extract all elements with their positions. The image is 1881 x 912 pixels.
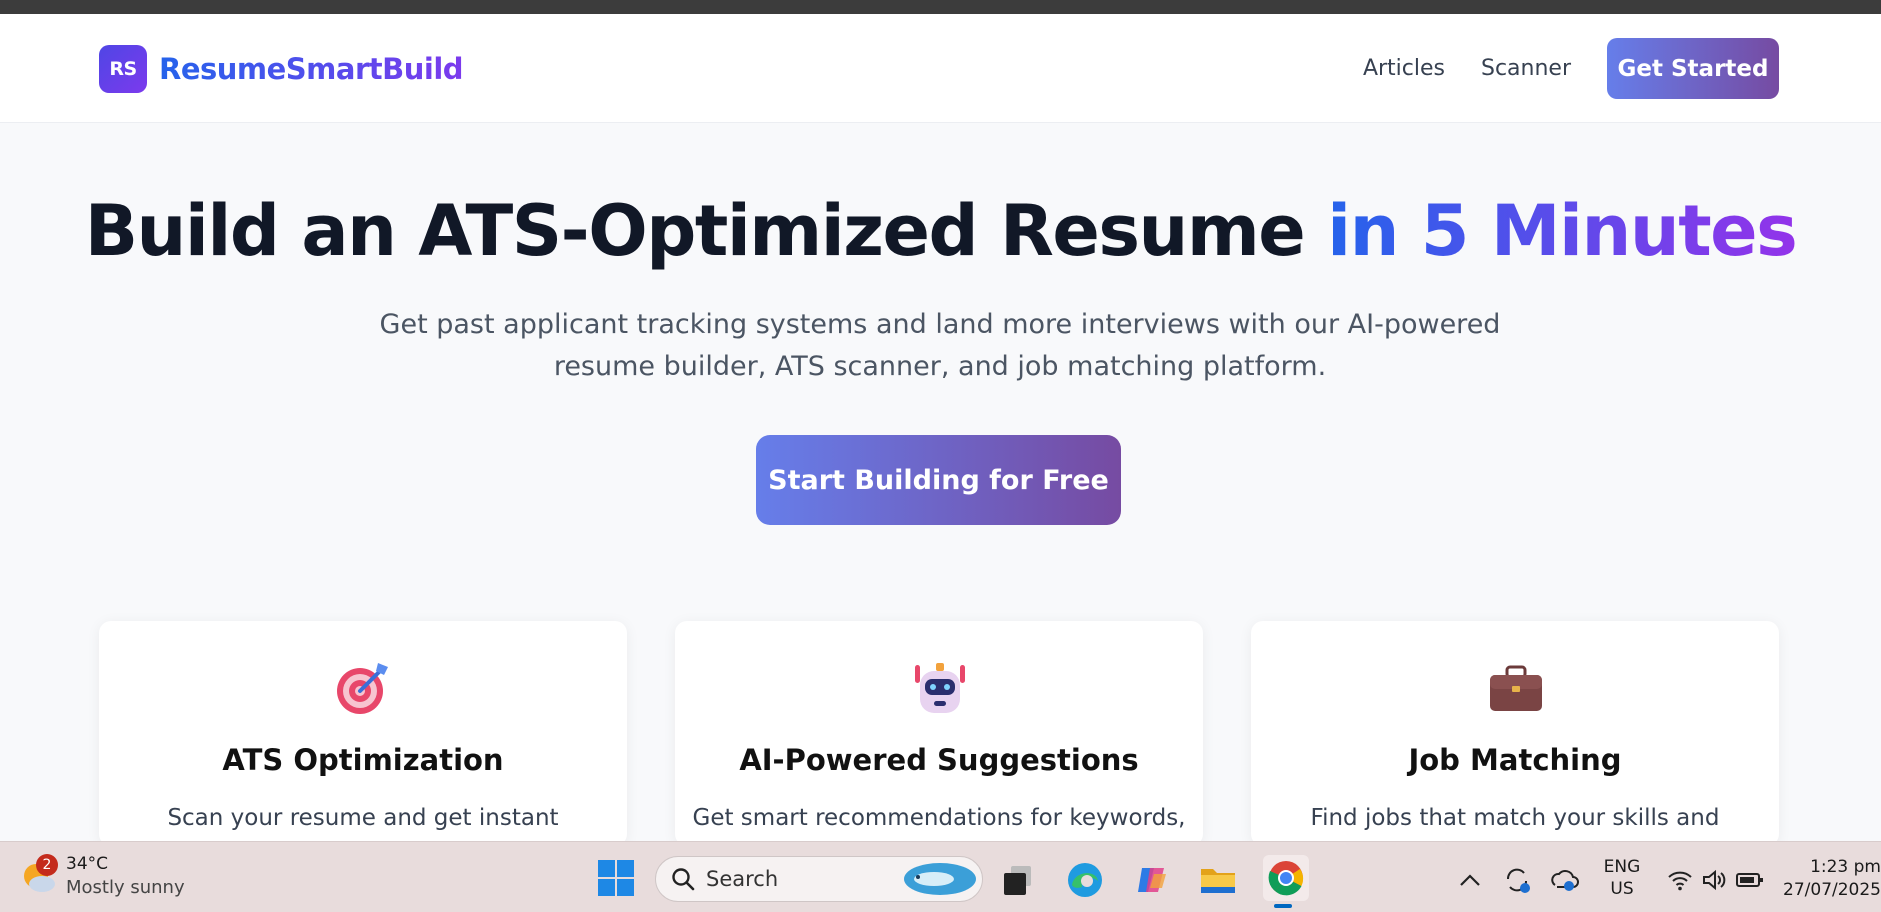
battery-icon[interactable] bbox=[1730, 860, 1770, 900]
target-icon bbox=[336, 659, 392, 717]
hero-subtitle-line2: resume builder, ATS scanner, and job mat… bbox=[553, 351, 1327, 382]
feature-text: Scan your resume and get instant bbox=[167, 805, 559, 831]
briefcase-icon bbox=[1488, 659, 1544, 717]
site-header: RS ResumeSmartBuild Articles Scanner Get… bbox=[0, 14, 1881, 123]
hero-subtitle-line1: Get past applicant tracking systems and … bbox=[379, 309, 1501, 340]
notification-badge: 2 bbox=[36, 854, 58, 876]
file-explorer-icon[interactable] bbox=[1198, 860, 1238, 900]
robot-icon bbox=[912, 659, 968, 717]
search-placeholder: Search bbox=[706, 867, 779, 891]
hero-title: Build an ATS-Optimized Resume in 5 Minut… bbox=[0, 190, 1881, 272]
clock-date: 27/07/2025 bbox=[1783, 880, 1881, 900]
task-view-icon[interactable] bbox=[998, 860, 1038, 900]
feature-text: Get smart recommendations for keywords, bbox=[692, 805, 1186, 831]
sun-cloud-icon: 2 bbox=[18, 854, 58, 896]
feature-card-jobs: Job Matching Find jobs that match your s… bbox=[1251, 621, 1779, 846]
brand-name: ResumeSmartBuild bbox=[159, 52, 464, 86]
wifi-icon[interactable] bbox=[1660, 860, 1700, 900]
feature-title: ATS Optimization bbox=[222, 743, 504, 777]
active-app-indicator bbox=[1274, 904, 1292, 908]
language-region: US bbox=[1610, 879, 1634, 899]
search-icon bbox=[672, 868, 695, 891]
edge-browser-icon[interactable] bbox=[1065, 860, 1105, 900]
feature-text: Find jobs that match your skills and bbox=[1310, 805, 1720, 831]
feature-card-ai: AI-Powered Suggestions Get smart recomme… bbox=[675, 621, 1203, 846]
language-indicator[interactable]: ENG US bbox=[1600, 856, 1644, 900]
hero-title-accent: in 5 Minutes bbox=[1327, 190, 1798, 272]
chevron-up-icon[interactable] bbox=[1450, 860, 1490, 900]
fish-search-highlight-icon bbox=[904, 863, 976, 895]
language-code: ENG bbox=[1603, 857, 1641, 877]
hero-subtitle: Get past applicant tracking systems and … bbox=[340, 304, 1540, 388]
weather-widget[interactable]: 2 34°C Mostly sunny bbox=[18, 852, 185, 900]
volume-icon[interactable] bbox=[1695, 860, 1735, 900]
taskbar-search[interactable]: Search bbox=[655, 856, 983, 902]
feature-title: AI-Powered Suggestions bbox=[739, 743, 1139, 777]
brand-logo[interactable]: RS ResumeSmartBuild bbox=[99, 45, 464, 93]
system-clock[interactable]: 1:23 pm 27/07/2025 bbox=[1781, 856, 1881, 902]
copilot-icon[interactable] bbox=[1132, 860, 1172, 900]
main-nav: Articles Scanner Get Started bbox=[1363, 38, 1779, 99]
clock-time: 1:23 pm bbox=[1810, 857, 1881, 877]
weather-temperature: 34°C bbox=[66, 854, 109, 874]
chrome-browser-icon[interactable] bbox=[1263, 855, 1309, 901]
browser-top-strip bbox=[0, 0, 1881, 14]
feature-card-ats: ATS Optimization Scan your resume and ge… bbox=[99, 621, 627, 846]
windows-taskbar: 2 34°C Mostly sunny Search ENG US 1:23 p… bbox=[0, 841, 1881, 912]
nav-link-scanner[interactable]: Scanner bbox=[1481, 56, 1571, 81]
feature-title: Job Matching bbox=[1408, 743, 1622, 777]
nav-link-articles[interactable]: Articles bbox=[1363, 56, 1445, 81]
get-started-button[interactable]: Get Started bbox=[1607, 38, 1779, 99]
weather-description: Mostly sunny bbox=[66, 877, 185, 898]
sync-icon[interactable] bbox=[1497, 860, 1537, 900]
logo-badge: RS bbox=[99, 45, 147, 93]
hero-title-main: Build an ATS-Optimized Resume bbox=[84, 190, 1328, 272]
cloud-status-icon[interactable] bbox=[1544, 860, 1584, 900]
windows-start-icon[interactable] bbox=[596, 858, 636, 898]
start-building-button[interactable]: Start Building for Free bbox=[756, 435, 1121, 525]
